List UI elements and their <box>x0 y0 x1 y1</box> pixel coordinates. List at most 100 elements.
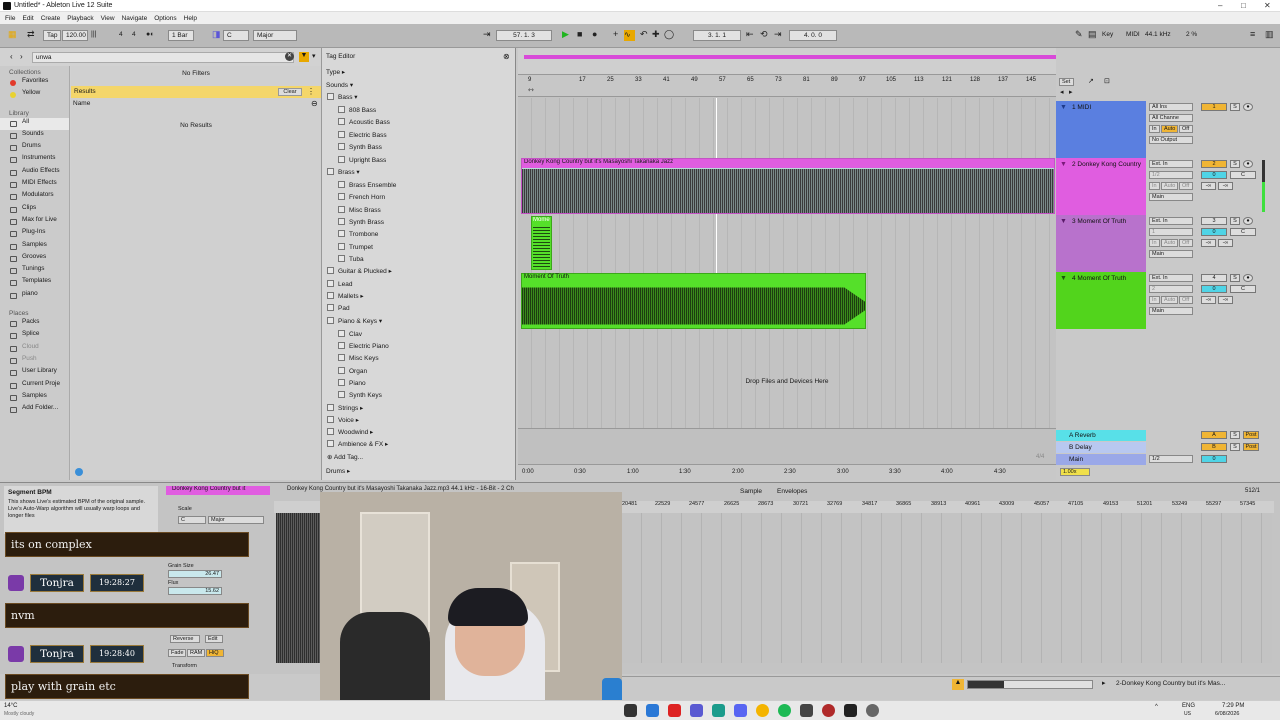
sidebar-item-audio-effects[interactable]: Audio Effects <box>0 167 69 179</box>
clear-button[interactable]: Clear <box>278 88 302 96</box>
play-icon[interactable]: ▶ <box>562 29 569 40</box>
tag-sounds[interactable]: Sounds ▾ <box>326 81 353 89</box>
tag-synth-bass[interactable]: Synth Bass <box>338 143 382 151</box>
sidebar-item-push[interactable]: Push <box>0 355 69 367</box>
taskbar-ableton-icon[interactable] <box>844 704 857 717</box>
taskbar-app-icon[interactable] <box>668 704 681 717</box>
sidebar-item-grooves[interactable]: Grooves <box>0 253 69 265</box>
clip-donkey-kong[interactable]: Donkey Kong Country but it's Masayoshi T… <box>521 158 1055 214</box>
quantize-select[interactable]: 1 Bar <box>168 30 194 41</box>
sidebar-item-all[interactable]: All <box>0 117 69 130</box>
sidebar-item-splice[interactable]: Splice <box>0 330 69 342</box>
track-3-activator[interactable]: 3 <box>1201 217 1227 225</box>
sidebar-item-clips[interactable]: Clips <box>0 204 69 216</box>
track-2-output-select[interactable]: Main <box>1149 193 1193 201</box>
track-2-fold-icon[interactable]: ▼ <box>1060 161 1067 168</box>
loop-brace-icon[interactable]: ⇿ <box>528 86 534 94</box>
track-4-monitor-off[interactable]: Off <box>1179 296 1193 304</box>
scale-mode-icon[interactable]: ◨ <box>212 29 221 40</box>
menu-create[interactable]: Create <box>41 15 61 22</box>
maximize-icon[interactable]: □ <box>1241 1 1246 10</box>
prev-locator-icon[interactable]: ◂ <box>1060 88 1064 96</box>
close-tag-editor-icon[interactable]: ⊗ <box>503 52 510 61</box>
fade-button[interactable]: Fade <box>168 649 186 657</box>
tap-button[interactable]: Tap <box>43 30 61 41</box>
overdub-icon[interactable]: + <box>613 29 618 39</box>
taskbar-obs-icon[interactable] <box>822 704 835 717</box>
key-map-label[interactable]: Key <box>1099 30 1117 41</box>
preview-icon[interactable] <box>75 468 83 476</box>
track-3-solo[interactable]: S <box>1230 217 1240 225</box>
tag-trumpet[interactable]: Trumpet <box>338 243 373 251</box>
envelopes-tab[interactable]: Envelopes <box>777 488 807 495</box>
track-4-channel-select[interactable]: 2 <box>1149 285 1193 293</box>
track-4-pan[interactable]: C <box>1230 285 1256 293</box>
punch-out-icon[interactable]: ⇥ <box>774 29 782 40</box>
hiq-button[interactable]: HiQ <box>206 649 224 657</box>
filter-menu-icon[interactable]: ▾ <box>312 52 316 60</box>
sidebar-item-add-folder[interactable]: Add Folder... <box>0 404 69 416</box>
return-a-header[interactable]: A Reverb <box>1056 430 1146 441</box>
column-options-icon[interactable]: ⊖ <box>311 99 318 108</box>
tag-drums[interactable]: Drums ▸ <box>326 467 350 475</box>
tag-acoustic-bass[interactable]: Acoustic Bass <box>338 118 390 126</box>
reverse-button[interactable]: Reverse <box>170 635 200 643</box>
taskbar-settings-icon[interactable] <box>866 704 879 717</box>
meter-den[interactable]: 4 <box>129 30 139 41</box>
sidebar-item-piano[interactable]: piano <box>0 290 69 302</box>
menu-options[interactable]: Options <box>154 15 176 22</box>
re-enable-automation-icon[interactable]: ↶ <box>640 29 648 40</box>
tag-808-bass[interactable]: 808 Bass <box>338 106 376 114</box>
return-b-solo[interactable]: S <box>1230 443 1240 451</box>
main-track-header[interactable]: Main <box>1056 454 1146 465</box>
sidebar-item-packs[interactable]: Packs <box>0 318 69 330</box>
link-icon[interactable]: ⇄ <box>27 29 35 40</box>
track-2-monitor-off[interactable]: Off <box>1179 182 1193 190</box>
tag-type[interactable]: Type ▸ <box>326 68 345 76</box>
track-4-header[interactable]: 4 Moment Of Truth <box>1056 272 1146 329</box>
tag-electric-piano[interactable]: Electric Piano <box>338 342 389 350</box>
track-3-channel-select[interactable]: 1 <box>1149 228 1193 236</box>
main-volume[interactable]: 0 <box>1201 455 1227 463</box>
tag-upright-bass[interactable]: Upright Bass <box>338 156 386 164</box>
sidebar-item-cloud[interactable]: Cloud <box>0 343 69 355</box>
sample-tab[interactable]: Sample <box>740 488 762 495</box>
track-3-monitor-auto[interactable]: Auto <box>1161 239 1178 247</box>
taskbar-spotify-icon[interactable] <box>778 704 791 717</box>
track-3-header[interactable]: 3 Moment Of Truth <box>1056 215 1146 272</box>
tray-chevron-icon[interactable]: ^ <box>1155 704 1158 710</box>
taskbar-edge-icon[interactable] <box>646 704 659 717</box>
tag-synth-brass[interactable]: Synth Brass <box>338 218 384 226</box>
tempo-field[interactable]: 120.00 <box>62 30 88 41</box>
track-nav-icon[interactable]: ▸ <box>1102 679 1106 687</box>
track-4-volume[interactable]: 0 <box>1201 285 1227 293</box>
tag-organ[interactable]: Organ <box>338 367 367 375</box>
tag-pad[interactable]: Pad <box>327 304 350 312</box>
meter-num[interactable]: 4 <box>116 30 126 41</box>
sidebar-item-user-library[interactable]: User Library <box>0 367 69 379</box>
clip-moment-of-truth[interactable]: Moment Of Truth <box>521 273 866 329</box>
track-1-monitor-off[interactable]: Off <box>1179 125 1193 133</box>
metronome-icon[interactable]: ●◐ <box>146 31 154 38</box>
track-2-volume[interactable]: 0 <box>1201 171 1227 179</box>
sidebar-item-yellow[interactable]: Yellow <box>0 89 69 101</box>
tag-electric-bass[interactable]: Electric Bass <box>338 131 387 139</box>
return-b-activator[interactable]: B <box>1201 443 1227 451</box>
tag-mallets[interactable]: Mallets ▸ <box>327 292 364 300</box>
clear-search-icon[interactable]: ✕ <box>285 52 294 61</box>
tag-brass-ensemble[interactable]: Brass Ensemble <box>338 181 396 189</box>
clip-mome[interactable]: Mome <box>531 216 552 270</box>
track-2-header[interactable]: 2 Donkey Kong Country <box>1056 158 1146 215</box>
tag-synth-keys[interactable]: Synth Keys <box>338 391 382 399</box>
sidebar-item-tunings[interactable]: Tunings <box>0 265 69 277</box>
sidebar-item-instruments[interactable]: Instruments <box>0 154 69 166</box>
tag-woodwind[interactable]: Woodwind ▸ <box>327 428 373 436</box>
return-a-solo[interactable]: S <box>1230 431 1240 439</box>
track-4-activator[interactable]: 4 <box>1201 274 1227 282</box>
tag-trombone[interactable]: Trombone <box>338 230 378 238</box>
session-record-icon[interactable]: ◯ <box>664 29 674 40</box>
track-3-fold-icon[interactable]: ▼ <box>1060 218 1067 225</box>
track-2-input-select[interactable]: Ext. In <box>1149 160 1193 168</box>
sidebar-item-drums[interactable]: Drums <box>0 142 69 154</box>
arrangement-tool-icon[interactable]: ↗ <box>1088 77 1094 85</box>
